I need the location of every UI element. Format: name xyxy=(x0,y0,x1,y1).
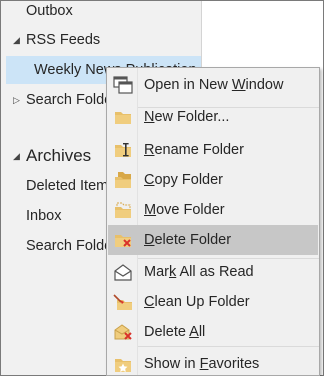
folder-label: Outbox xyxy=(26,3,73,19)
menu-item-label: Show in Favorites xyxy=(144,356,260,372)
clean-up-folder-icon xyxy=(113,294,132,310)
collapsed-triangle-icon[interactable]: ▷ xyxy=(13,86,20,114)
menu-item-delete-folder[interactable]: Delete Folder xyxy=(108,225,318,255)
menu-item-open-in-new-window[interactable]: Open in New Window xyxy=(108,70,318,100)
move-folder-icon xyxy=(115,202,131,218)
menu-item-label: Delete All xyxy=(144,324,206,340)
menu-item-copy-folder[interactable]: Copy Folder xyxy=(108,165,318,195)
menu-item-label: Clean Up Folder xyxy=(144,294,250,310)
copy-folder-icon xyxy=(115,172,131,188)
folder-label: Inbox xyxy=(26,208,62,224)
menu-item-label: New Folder... xyxy=(144,109,230,125)
menu-item-move-folder[interactable]: Move Folder xyxy=(108,195,318,225)
menu-item-label: Copy Folder xyxy=(144,172,223,188)
delete-folder-icon xyxy=(115,235,131,247)
menu-item-show-in-favorites[interactable]: Show in Favorites xyxy=(108,349,318,376)
archives-header[interactable]: Archives xyxy=(26,142,91,170)
archives-item-deleted-items[interactable]: Deleted Items xyxy=(26,172,115,200)
menu-item-label: Open in New Window xyxy=(144,77,284,93)
section-title: Archives xyxy=(26,146,92,165)
show-in-favorites-icon xyxy=(115,359,131,372)
expanded-triangle-icon[interactable]: ◢ xyxy=(13,142,20,170)
expanded-triangle-icon[interactable]: ◢ xyxy=(13,26,20,54)
folder-item-rss-feeds[interactable]: RSS Feeds xyxy=(26,26,100,54)
folder-item-outbox[interactable]: Outbox xyxy=(26,0,73,25)
context-menu: Open in New Window New Folder... Rename … xyxy=(106,67,320,376)
menu-item-new-folder[interactable]: New Folder... xyxy=(108,102,318,132)
folder-label: RSS Feeds xyxy=(26,32,101,48)
archives-item-inbox[interactable]: Inbox xyxy=(26,202,61,230)
mark-all-read-icon xyxy=(114,264,132,281)
delete-all-icon xyxy=(114,324,132,340)
menu-item-mark-all-as-read[interactable]: Mark All as Read xyxy=(108,257,318,287)
menu-item-label: Delete Folder xyxy=(144,232,232,248)
menu-item-delete-all[interactable]: Delete All xyxy=(108,317,318,347)
rename-folder-icon xyxy=(115,143,131,157)
menu-item-label: Move Folder xyxy=(144,202,225,218)
folder-label: Deleted Items xyxy=(26,178,116,194)
menu-item-label: Rename Folder xyxy=(144,142,244,158)
menu-item-label: Mark All as Read xyxy=(144,264,254,280)
menu-item-rename-folder[interactable]: Rename Folder xyxy=(108,135,318,165)
menu-item-clean-up-folder[interactable]: Clean Up Folder xyxy=(108,287,318,317)
open-new-window-icon xyxy=(113,76,133,94)
new-folder-icon xyxy=(115,112,131,124)
